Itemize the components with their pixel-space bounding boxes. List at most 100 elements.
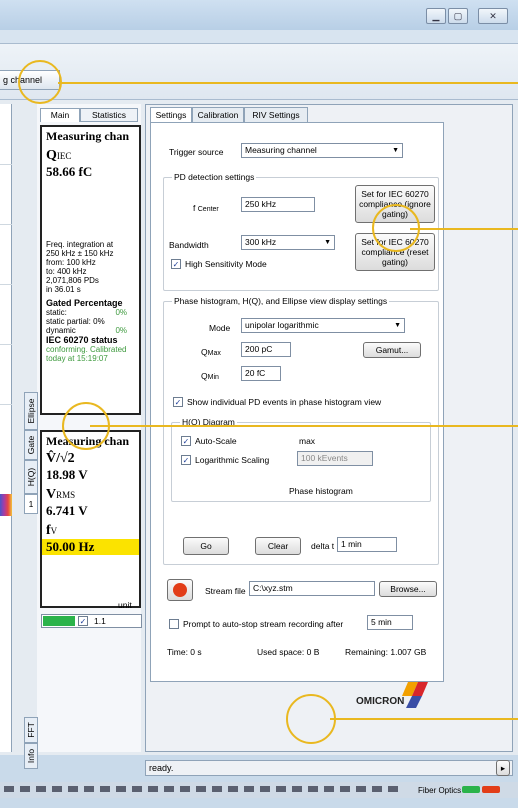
browse-button[interactable]: Browse... — [379, 581, 437, 597]
autostop-checkbox[interactable] — [169, 619, 179, 629]
device-segment — [212, 786, 222, 792]
tab-channel-1[interactable]: 1 — [24, 494, 38, 514]
f-center-label: f Center — [193, 203, 219, 213]
phase-display-title: Phase histogram, H(Q), and Ellipse view … — [172, 296, 390, 306]
pd-time: in 36.01 s — [46, 285, 81, 294]
callout-line — [58, 82, 518, 84]
device-segment — [260, 786, 270, 792]
tab-gate[interactable]: Gate — [24, 430, 38, 460]
minimize-button[interactable]: ▁ — [426, 8, 446, 24]
tab-ellipse[interactable]: Ellipse — [24, 392, 38, 430]
device-segment — [308, 786, 318, 792]
auto-scale-checkbox[interactable]: ✓ — [181, 436, 191, 446]
unit-row: ✓ 1.1 — [41, 614, 142, 628]
delta-t-input[interactable]: 1 min — [337, 537, 397, 552]
tab-calibration[interactable]: Calibration — [192, 107, 244, 123]
maximize-button[interactable]: ▢ — [448, 8, 468, 24]
tab-main[interactable]: Main — [40, 108, 80, 122]
time-label: Time: 0 s — [167, 647, 202, 657]
phase-histogram-colormap — [0, 494, 12, 516]
autostop-input[interactable]: 5 min — [367, 615, 413, 630]
freq-from: from: 100 kHz — [46, 258, 96, 267]
fiber-optics-label: Fiber Optics — [418, 786, 462, 795]
close-button[interactable]: ✕ — [478, 8, 508, 24]
show-individual-checkbox[interactable]: ✓ — [173, 397, 183, 407]
qmax-label: QMax — [201, 347, 221, 357]
mode-label: Mode — [209, 323, 231, 333]
device-segment — [132, 786, 142, 792]
qmin-label: QMin — [201, 371, 219, 381]
iec-status-line-1: conforming. Calibrated — [46, 345, 127, 354]
trigger-source-dropdown[interactable]: Measuring channel — [241, 143, 403, 158]
pd-count: 2,071,806 PDs — [46, 276, 99, 285]
measuring-channel-box-2: Measuring chan V̂/√2 18.98 V VRMS 6.741 … — [40, 430, 141, 608]
qmin-input[interactable]: 20 fC — [241, 366, 281, 381]
device-segment — [356, 786, 366, 792]
fiber-status-red — [482, 786, 500, 793]
status-bar: ready. — [145, 760, 513, 776]
status-expand-button[interactable]: ▸ — [496, 760, 510, 776]
callout-circle — [286, 694, 336, 744]
freq-line-1: Freq. integration at — [46, 240, 114, 249]
unit-label: unit — [118, 600, 132, 610]
unit-checkbox[interactable]: ✓ — [78, 616, 88, 626]
callout-line — [90, 425, 518, 427]
tab-settings[interactable]: Settings — [150, 107, 192, 123]
device-segment — [228, 786, 238, 792]
device-segment — [324, 786, 334, 792]
log-scaling-checkbox[interactable]: ✓ — [181, 455, 191, 465]
callout-line — [330, 718, 518, 720]
fiber-status-green — [462, 786, 480, 793]
callout-circle — [62, 402, 110, 450]
qmax-input[interactable]: 200 pC — [241, 342, 291, 357]
remaining-label: Remaining: 1.007 GB — [345, 647, 427, 657]
gated-title: Gated Percentage — [46, 298, 123, 308]
tab-info[interactable]: Info — [24, 743, 38, 769]
device-segment — [372, 786, 382, 792]
device-segment — [68, 786, 78, 792]
autostop-label: Prompt to auto-stop stream recording aft… — [183, 619, 344, 629]
fv-value: 50.00 Hz — [42, 539, 139, 555]
unit-color-swatch — [43, 616, 75, 626]
q-iec-label: QIEC — [46, 148, 72, 163]
omicron-logo: OMICRON — [354, 680, 438, 710]
max-label: max — [299, 436, 316, 446]
device-segment — [388, 786, 398, 792]
tab-hq[interactable]: H(Q) — [24, 460, 38, 494]
record-button[interactable] — [167, 579, 193, 601]
bandwidth-dropdown[interactable]: 300 kHz — [241, 235, 335, 250]
device-segment — [100, 786, 110, 792]
phase-histogram-label: Phase histogram — [289, 486, 353, 496]
mode-dropdown[interactable]: unipolar logarithmic — [241, 318, 405, 333]
menu-strip — [0, 30, 518, 44]
close-icon: ✕ — [489, 11, 497, 21]
iec-status-title: IEC 60270 status — [46, 335, 118, 345]
tab-statistics[interactable]: Statistics — [80, 108, 138, 122]
device-segment — [116, 786, 126, 792]
tab-riv-settings[interactable]: RIV Settings — [244, 107, 308, 123]
trigger-source-label: Trigger source — [169, 147, 224, 157]
stream-file-input[interactable]: C:\xyz.stm — [249, 581, 375, 596]
clear-button[interactable]: Clear — [255, 537, 301, 555]
callout-line — [410, 228, 518, 230]
plot-area[interactable] — [0, 104, 12, 752]
device-segment — [84, 786, 94, 792]
iec-status-line-2: today at 15:19:07 — [46, 354, 108, 363]
go-button[interactable]: Go — [183, 537, 229, 555]
freq-to: to: 400 kHz — [46, 267, 87, 276]
v-peak-value: 18.98 V — [46, 467, 88, 482]
v-rms-label: VRMS — [46, 487, 76, 502]
box-title: Measuring chan — [46, 129, 130, 143]
gamut-button[interactable]: Gamut... — [363, 342, 421, 358]
freq-line-2: 250 kHz ± 150 kHz — [46, 249, 114, 258]
f-center-input[interactable]: 250 kHz — [241, 197, 315, 212]
device-segment — [164, 786, 174, 792]
kevents-input[interactable]: 100 kEvents — [297, 451, 373, 466]
high-sensitivity-checkbox[interactable]: ✓ — [171, 259, 181, 269]
v-peak-label: V̂/√2 — [46, 451, 75, 466]
bandwidth-label: Bandwidth — [169, 240, 209, 250]
device-segment — [36, 786, 46, 792]
device-segment — [148, 786, 158, 792]
plot-gridline — [0, 284, 12, 285]
tab-fft[interactable]: FFT — [24, 717, 38, 743]
